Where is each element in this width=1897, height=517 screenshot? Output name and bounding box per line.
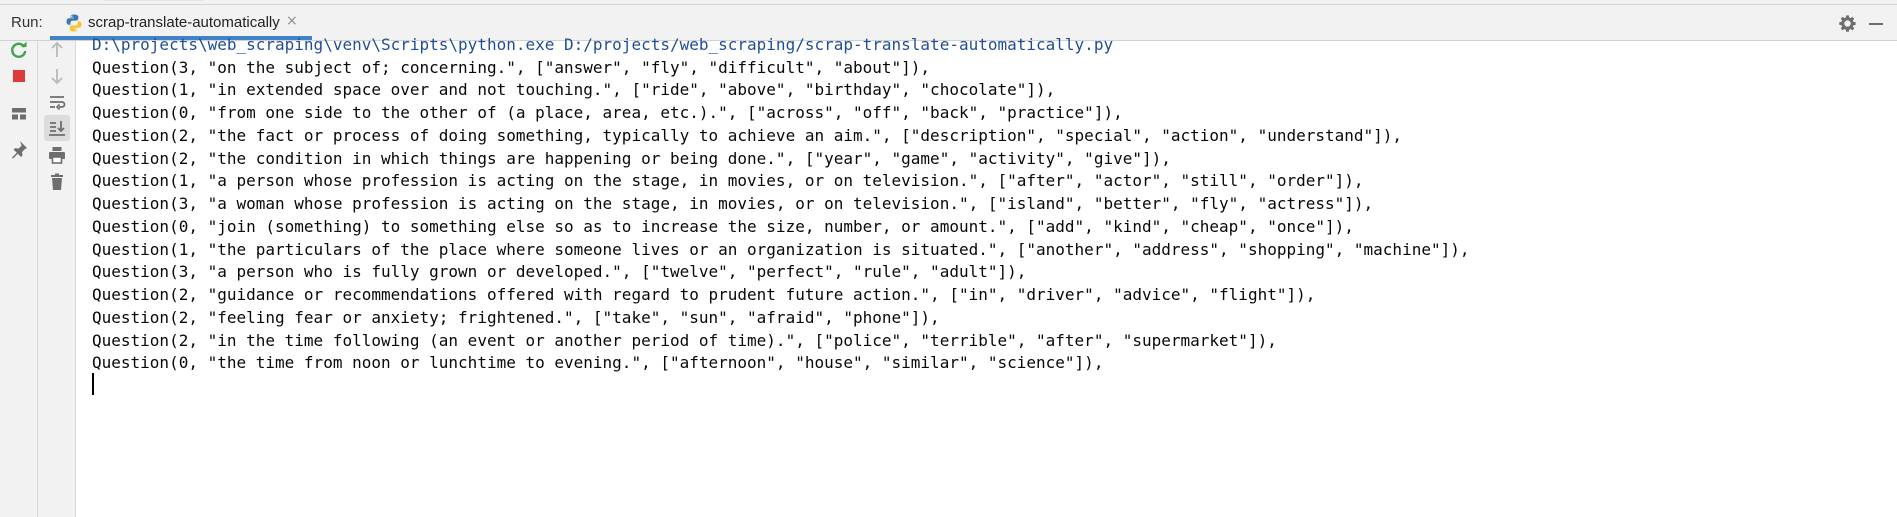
console-line: Question(1, "in extended space over and … <box>92 80 1056 99</box>
run-tool-window: Run: scrap-translate-automatically × D:\… <box>0 0 1897 517</box>
pin-icon[interactable] <box>6 136 32 162</box>
text-caret <box>92 373 94 395</box>
console-line: Question(0, "join (something) to somethi… <box>92 217 1354 236</box>
command-line[interactable]: D:\projects\web_scraping\venv\Scripts\py… <box>92 34 1113 56</box>
close-tab-icon[interactable]: × <box>286 13 298 29</box>
print-icon[interactable] <box>44 142 70 168</box>
run-toolbar-secondary <box>38 41 76 517</box>
python-file-icon <box>64 13 84 33</box>
trash-icon[interactable] <box>44 169 70 195</box>
layout-icon[interactable] <box>6 101 32 127</box>
console-line: Question(2, "the condition in which thin… <box>92 149 1171 168</box>
console-line: Question(1, "the particulars of the plac… <box>92 240 1470 259</box>
console-line: Question(3, "a woman whose profession is… <box>92 194 1374 213</box>
run-label: Run: <box>11 14 43 31</box>
console-line: Question(3, "a person who is fully grown… <box>92 262 1027 281</box>
stop-icon[interactable] <box>6 63 32 89</box>
console-line: Question(2, "guidance or recommendations… <box>92 285 1316 304</box>
arrow-down-icon[interactable] <box>44 63 70 89</box>
soft-wrap-icon[interactable] <box>44 89 70 115</box>
console-line: Question(1, "a person whose profession i… <box>92 171 1364 190</box>
console-line: Question(0, "the time from noon or lunch… <box>92 353 1104 372</box>
scroll-to-end-icon[interactable] <box>44 115 70 141</box>
minimize-icon[interactable] <box>1869 23 1883 25</box>
editor-tab-fragment <box>104 0 204 1</box>
console-line: Question(2, "feeling fear or anxiety; fr… <box>92 308 940 327</box>
console-line: Question(3, "on the subject of; concerni… <box>92 58 931 77</box>
arrow-up-icon[interactable] <box>44 37 70 63</box>
run-toolbar-primary <box>0 41 38 517</box>
console-line: Question(0, "from one side to the other … <box>92 103 1123 122</box>
console-line: Question(2, "the fact or process of doin… <box>92 126 1403 145</box>
rerun-icon[interactable] <box>6 37 32 63</box>
gear-icon[interactable] <box>1838 14 1857 33</box>
console-line: Question(2, "in the time following (an e… <box>92 331 1277 350</box>
tab-label: scrap-translate-automatically <box>88 14 280 31</box>
console-output[interactable]: D:\projects\web_scraping\venv\Scripts\py… <box>76 35 1897 517</box>
